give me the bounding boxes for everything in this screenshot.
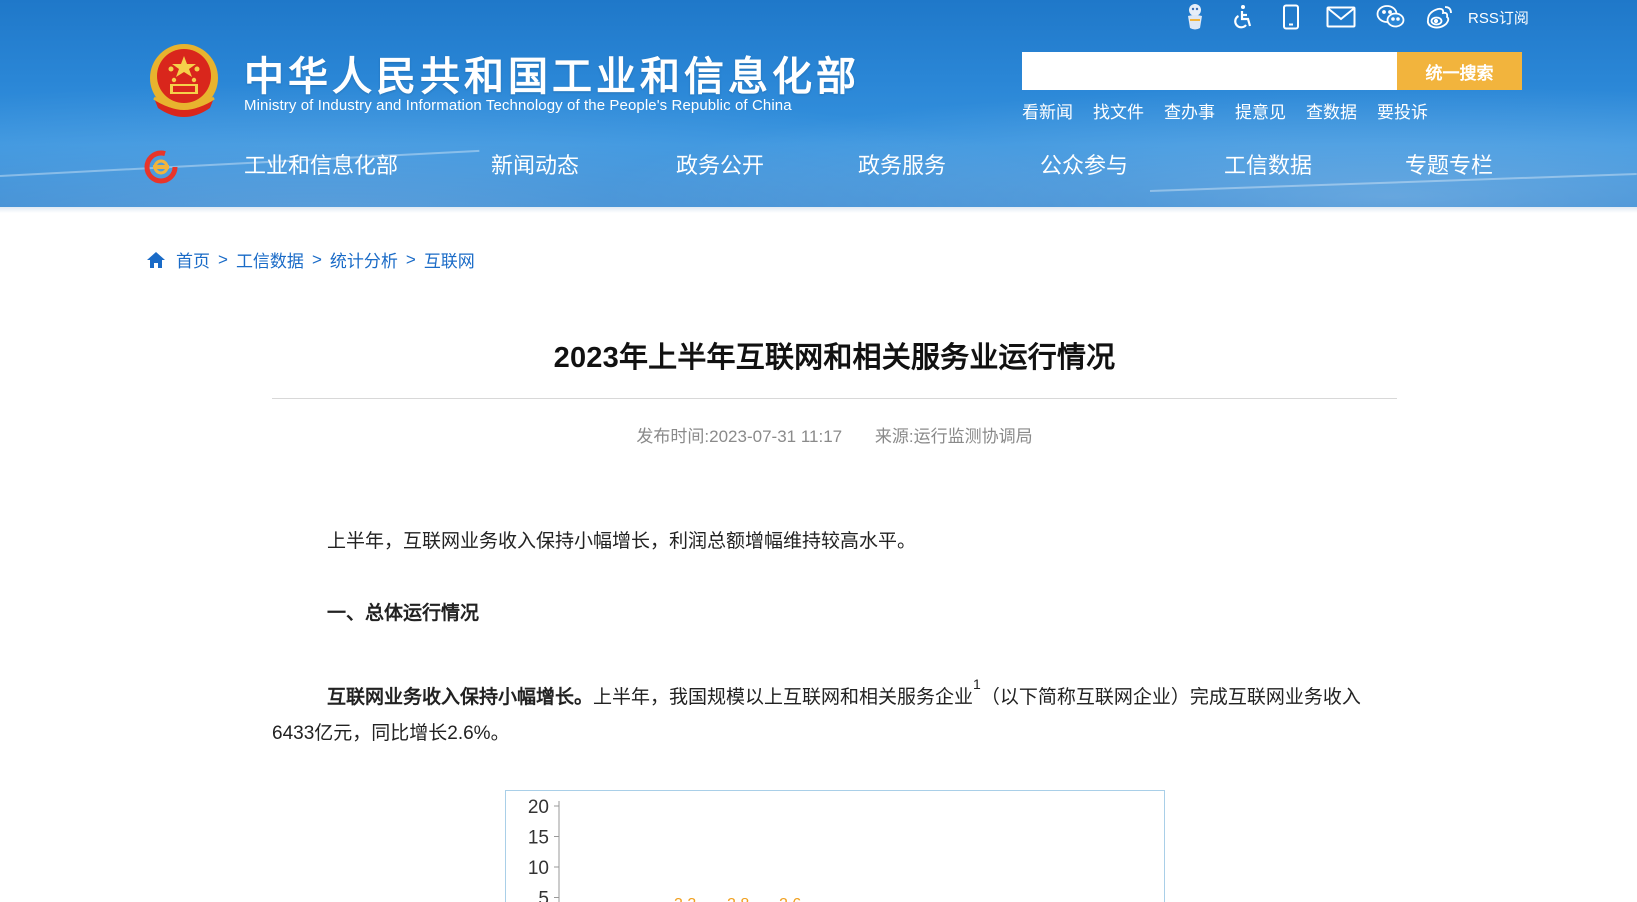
quick-links: 看新闻 找文件 查办事 提意见 查数据 要投诉 [1022, 98, 1448, 123]
quick-link-news[interactable]: 看新闻 [1022, 98, 1073, 123]
source-label: 来源: [874, 427, 914, 446]
article-intro: 上半年，互联网业务收入保持小幅增长，利润总额增幅维持较高水平。 [327, 531, 917, 552]
nav-item-news[interactable]: 新闻动态 [491, 148, 579, 180]
paragraph-lead: 互联网业务收入保持小幅增长。 [327, 687, 594, 708]
nav-item-special-topics[interactable]: 专题专栏 [1405, 148, 1493, 180]
site-subtitle: Ministry of Industry and Information Tec… [244, 97, 792, 114]
site-header: 中华人民共和国工业和信息化部 Ministry of Industry and … [0, 0, 1637, 207]
publish-time: 2023-07-31 11:17 [709, 427, 843, 446]
publish-info: 发布时间:2023-07-31 11:17 [636, 427, 842, 446]
paragraph-text: 上半年，我国规模以上互联网和相关服务企业 [593, 687, 974, 708]
unified-search-button[interactable]: 统一搜索 [1397, 52, 1522, 90]
breadcrumb-separator: > [218, 249, 228, 269]
source-info: 来源:运行监测协调局 [875, 427, 1033, 446]
breadcrumb: 首页 > 工信数据 > 统计分析 > 互联网 [146, 247, 475, 272]
nav-item-ministry[interactable]: 工业和信息化部 [244, 148, 398, 180]
national-emblem-icon[interactable] [144, 40, 224, 122]
chart-data-label: 2.6 [779, 896, 801, 902]
breadcrumb-separator: > [311, 249, 322, 269]
source-value: 运行监测协调局 [913, 427, 1033, 446]
breadcrumb-internet[interactable]: 互联网 [424, 247, 475, 272]
article-meta: 发布时间:2023-07-31 11:17 来源:运行监测协调局 [272, 422, 1397, 447]
mobile-icon[interactable] [1276, 2, 1306, 32]
quick-link-feedback[interactable]: 提意见 [1235, 98, 1286, 123]
breadcrumb-statistics[interactable]: 统计分析 [330, 247, 398, 272]
section-heading: 一、总体运行情况 [327, 603, 480, 624]
chart-canvas: 2015105· ·3.32.82.6 [528, 797, 801, 902]
publish-label: 发布时间: [636, 427, 710, 446]
site-title[interactable]: 中华人民共和国工业和信息化部 [244, 44, 860, 102]
chart-y-tick-label: 5 [538, 889, 549, 902]
chart-y-tick-label: 10 [528, 858, 549, 879]
breadcrumb-separator: > [405, 249, 416, 269]
quick-link-data[interactable]: 查数据 [1306, 98, 1357, 123]
utility-bar: RSS订阅 [1180, 2, 1529, 32]
mascot-icon[interactable] [1180, 2, 1210, 32]
breadcrumb-data[interactable]: 工信数据 [236, 247, 304, 272]
chart-y-tick-label: 20 [528, 797, 549, 818]
breadcrumb-home[interactable]: 首页 [176, 247, 210, 272]
header-shadow [0, 207, 1637, 213]
revenue-growth-chart: 2015105· ·3.32.82.6 [505, 790, 1165, 902]
article-paragraph: 互联网业务收入保持小幅增长。上半年，我国规模以上互联网和相关服务企业1（以下简称… [272, 677, 1397, 752]
main-nav: 工业和信息化部 新闻动态 政务公开 政务服务 公众参与 工信数据 专题专栏 [0, 148, 1637, 188]
wechat-icon[interactable] [1376, 2, 1406, 32]
mail-icon[interactable] [1324, 2, 1358, 32]
accessibility-icon[interactable] [1228, 2, 1258, 32]
article-title: 2023年上半年互联网和相关服务业运行情况 [553, 342, 1116, 374]
weibo-icon[interactable] [1424, 2, 1454, 32]
nav-item-government-services[interactable]: 政务服务 [858, 148, 946, 180]
nav-item-government-affairs[interactable]: 政务公开 [676, 148, 764, 180]
quick-link-documents[interactable]: 找文件 [1093, 98, 1144, 123]
title-divider [272, 398, 1397, 399]
nav-item-data[interactable]: 工信数据 [1224, 148, 1312, 180]
rss-link[interactable]: RSS订阅 [1468, 7, 1529, 28]
search-input[interactable] [1022, 52, 1397, 90]
quick-link-complaint[interactable]: 要投诉 [1377, 98, 1428, 123]
quick-link-services[interactable]: 查办事 [1164, 98, 1215, 123]
chart-data-label: 3.3 [674, 896, 696, 902]
nav-item-public-participation[interactable]: 公众参与 [1040, 148, 1128, 180]
home-icon[interactable] [146, 251, 166, 269]
footnote-marker[interactable]: 1 [973, 676, 981, 692]
chart-y-tick-label: 15 [528, 828, 549, 849]
chart-data-label: 2.8 [727, 896, 749, 902]
